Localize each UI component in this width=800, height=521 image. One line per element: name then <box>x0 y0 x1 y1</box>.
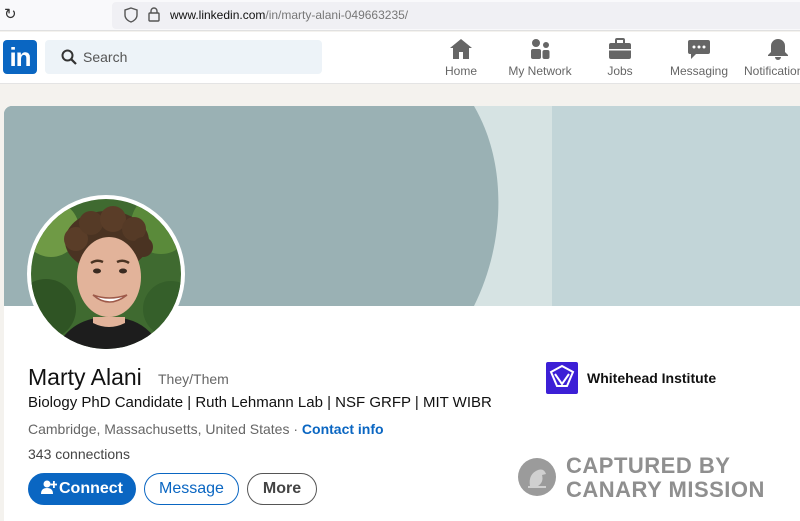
nav-my-network-label: My Network <box>508 64 572 78</box>
nav-my-network[interactable]: My Network <box>505 36 575 82</box>
messaging-icon <box>688 40 710 59</box>
profile-location: Cambridge, Massachusetts, United States … <box>28 421 384 437</box>
shield-icon[interactable] <box>124 7 138 23</box>
url-text[interactable]: www.linkedin.com/in/marty-alani-04966323… <box>170 8 408 22</box>
connect-label: Connect <box>59 480 123 497</box>
more-label: More <box>262 480 302 497</box>
watermark-line-1: CAPTURED BY <box>566 453 731 478</box>
current-organization[interactable]: Whitehead Institute <box>587 370 716 386</box>
profile-headline: Biology PhD Candidate | Ruth Lehmann Lab… <box>28 394 492 411</box>
watermark-text: CAPTURED BY CANARY MISSION <box>566 454 765 502</box>
linkedin-nav: in Search Home My Network Jobs Messaging… <box>0 32 800 84</box>
network-icon <box>531 39 550 59</box>
nav-home[interactable]: Home <box>438 36 484 82</box>
search-input[interactable]: Search <box>45 40 322 74</box>
connect-button[interactable]: Connect <box>28 473 136 505</box>
message-button[interactable]: Message <box>144 473 239 505</box>
home-icon <box>450 39 472 59</box>
search-placeholder: Search <box>83 49 128 65</box>
reload-icon[interactable]: ↻ <box>4 5 17 23</box>
canary-mission-logo <box>518 458 556 496</box>
nav-jobs[interactable]: Jobs <box>600 36 640 82</box>
nav-home-label: Home <box>444 64 477 78</box>
connections-count[interactable]: 343 connections <box>28 446 130 462</box>
whitehead-institute-logo[interactable] <box>546 362 578 394</box>
lock-icon[interactable] <box>148 7 160 22</box>
nav-notifications[interactable]: Notifications <box>744 36 800 82</box>
watermark-line-2: CANARY MISSION <box>566 477 765 502</box>
browser-toolbar: ↻ www.linkedin.com/in/marty-alani-049663… <box>0 0 800 31</box>
location-separator: · <box>293 421 299 437</box>
briefcase-icon <box>609 38 631 59</box>
add-person-icon <box>41 480 58 494</box>
search-icon <box>61 49 77 65</box>
profile-avatar[interactable] <box>27 195 185 353</box>
bell-icon <box>768 39 788 60</box>
avatar-photo <box>31 199 181 349</box>
nav-messaging-label: Messaging <box>669 64 729 78</box>
profile-name: Marty Alani <box>28 364 142 390</box>
url-host: www.linkedin.com <box>170 8 266 22</box>
nav-notifications-label: Notifications <box>744 64 800 78</box>
more-button[interactable]: More <box>247 473 317 505</box>
message-label: Message <box>159 480 224 497</box>
profile-pronouns: They/Them <box>158 371 229 387</box>
url-path: /in/marty-alani-049663235/ <box>265 8 409 22</box>
contact-info-link[interactable]: Contact info <box>302 421 384 437</box>
linkedin-logo[interactable]: in <box>3 40 37 74</box>
nav-jobs-label: Jobs <box>607 64 633 78</box>
location-text: Cambridge, Massachusetts, United States <box>28 421 290 437</box>
nav-messaging[interactable]: Messaging <box>668 36 730 82</box>
